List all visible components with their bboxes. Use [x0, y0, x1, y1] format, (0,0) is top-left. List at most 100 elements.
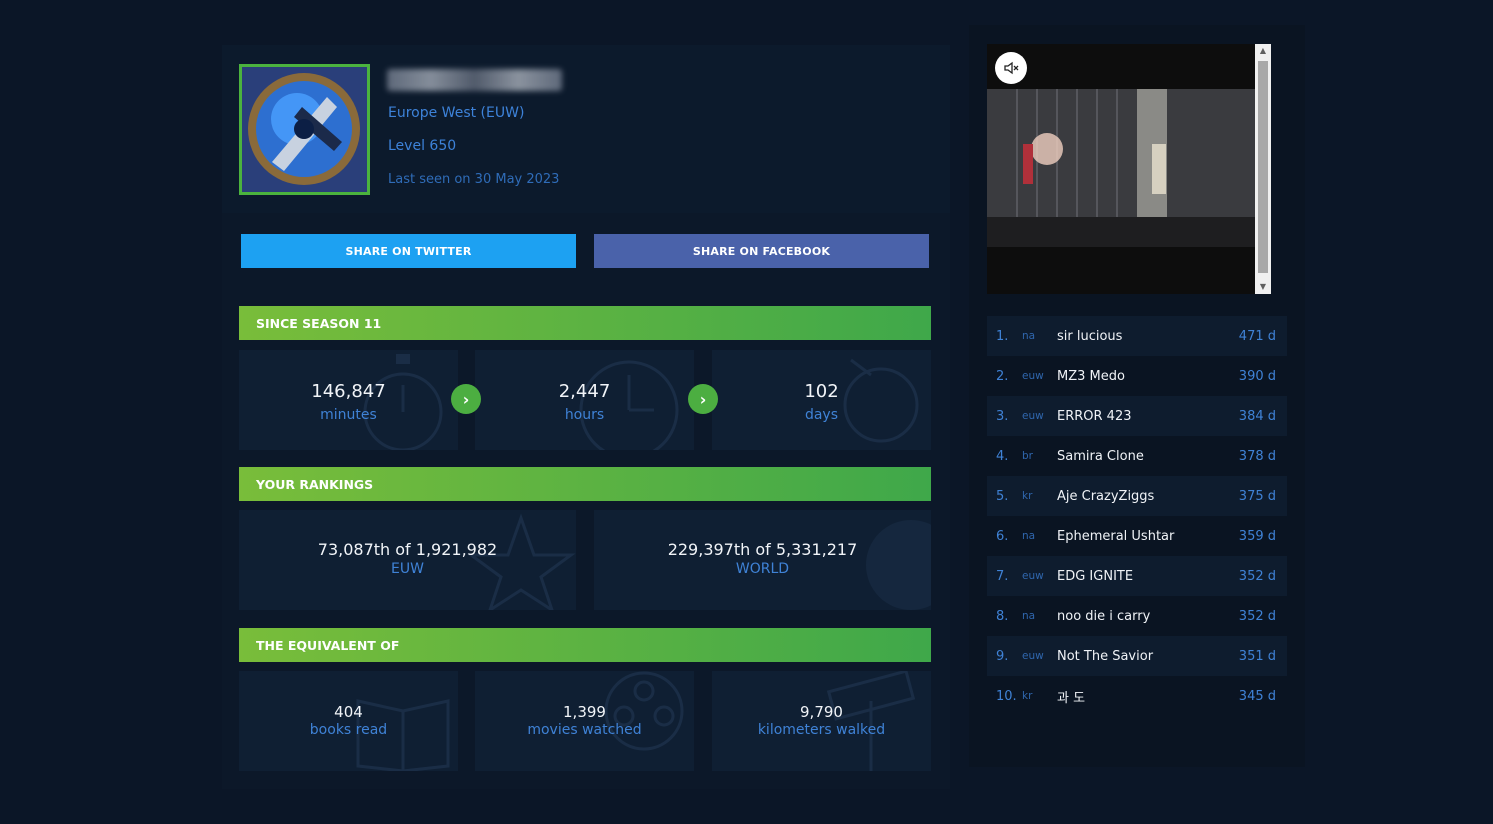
stat-tile-minutes: 146,847 minutes — [239, 350, 458, 450]
leaderboard-days: 351 d — [1238, 648, 1276, 664]
section-header-equivalent: THE EQUIVALENT OF — [239, 628, 931, 662]
leaderboard-days: 359 d — [1238, 528, 1276, 544]
share-facebook-button[interactable]: SHARE ON FACEBOOK — [594, 234, 929, 268]
section-header-rankings: YOUR RANKINGS — [239, 467, 931, 501]
star-icon — [466, 513, 576, 610]
leaderboard-position: 2. — [996, 368, 1009, 384]
leaderboard-days: 375 d — [1238, 488, 1276, 504]
km-value: 9,790 — [800, 703, 843, 721]
leaderboard-row[interactable]: 1. na sir lucious 471 d — [987, 316, 1287, 356]
leaderboard-player-name[interactable]: EDG IGNITE — [1057, 569, 1227, 584]
movies-label: movies watched — [527, 722, 642, 738]
equiv-tile-km: 9,790 kilometers walked — [712, 671, 931, 771]
leaderboard-days: 390 d — [1238, 368, 1276, 384]
movies-value: 1,399 — [563, 703, 606, 721]
days-value: 102 — [804, 381, 839, 402]
video-player[interactable]: ▲ ▼ — [987, 44, 1271, 294]
profile-level: Level 650 — [388, 138, 457, 154]
leaderboard-region: euw — [1022, 570, 1044, 582]
world-rank-value: 229,397th of 5,331,217 — [667, 540, 858, 559]
equiv-tile-movies: 1,399 movies watched — [475, 671, 694, 771]
leaderboard-player-name[interactable]: ERROR 423 — [1057, 409, 1227, 424]
leaderboard-days: 378 d — [1238, 448, 1276, 464]
leaderboard-position: 7. — [996, 568, 1009, 584]
leaderboard-position: 5. — [996, 488, 1009, 504]
stat-tile-days: 102 days — [712, 350, 931, 450]
books-label: books read — [309, 722, 388, 738]
leaderboard-player-name[interactable]: Ephemeral Ushtar — [1057, 529, 1227, 544]
leaderboard-position: 8. — [996, 608, 1009, 624]
leaderboard-days: 352 d — [1238, 608, 1276, 624]
profile-card: Europe West (EUW) Level 650 Last seen on… — [222, 45, 950, 789]
leaderboard-region: euw — [1022, 370, 1044, 382]
leaderboard-row[interactable]: 10. kr 과 도 345 d — [987, 676, 1287, 716]
leaderboard-player-name[interactable]: Aje CrazyZiggs — [1057, 489, 1227, 504]
leaderboard-player-name[interactable]: noo die i carry — [1057, 609, 1227, 624]
leaderboard: 1. na sir lucious 471 d 2. euw MZ3 Medo … — [987, 316, 1287, 716]
stat-tile-hours: 2,447 hours — [475, 350, 694, 450]
leaderboard-position: 3. — [996, 408, 1009, 424]
leaderboard-position: 10. — [996, 688, 1017, 704]
leaderboard-row[interactable]: 2. euw MZ3 Medo 390 d — [987, 356, 1287, 396]
leaderboard-position: 6. — [996, 528, 1009, 544]
scroll-up-icon[interactable]: ▲ — [1255, 44, 1271, 58]
leaderboard-region: kr — [1022, 490, 1033, 502]
signpost-icon — [826, 671, 916, 771]
leaderboard-region: euw — [1022, 410, 1044, 422]
leaderboard-days: 384 d — [1238, 408, 1276, 424]
minutes-label: minutes — [320, 407, 377, 423]
region-rank-label: EUW — [391, 561, 424, 577]
hours-value: 2,447 — [558, 381, 611, 402]
video-frame[interactable] — [987, 89, 1271, 247]
book-icon — [356, 699, 450, 771]
ranking-tile-region: 73,087th of 1,921,982 EUW — [239, 510, 576, 610]
video-scrollbar[interactable]: ▲ ▼ — [1255, 44, 1271, 294]
leaderboard-row[interactable]: 9. euw Not The Savior 351 d — [987, 636, 1287, 676]
globe-icon — [866, 520, 931, 610]
avatar-icon — [242, 67, 367, 192]
hours-label: hours — [564, 407, 605, 423]
books-value: 404 — [334, 703, 363, 721]
leaderboard-player-name[interactable]: sir lucious — [1057, 329, 1227, 344]
days-label: days — [804, 407, 839, 423]
leaderboard-player-name[interactable]: MZ3 Medo — [1057, 369, 1227, 384]
profile-last-seen: Last seen on 30 May 2023 — [388, 172, 560, 187]
mute-icon[interactable] — [995, 52, 1027, 84]
leaderboard-position: 4. — [996, 448, 1009, 464]
leaderboard-row[interactable]: 8. na noo die i carry 352 d — [987, 596, 1287, 636]
leaderboard-player-name[interactable]: 과 도 — [1057, 687, 1227, 706]
share-twitter-button[interactable]: SHARE ON TWITTER — [241, 234, 576, 268]
profile-avatar — [239, 64, 370, 195]
leaderboard-row[interactable]: 6. na Ephemeral Ushtar 359 d — [987, 516, 1287, 556]
leaderboard-region: br — [1022, 450, 1033, 462]
scroll-down-icon[interactable]: ▼ — [1255, 280, 1271, 294]
sidebar: ▲ ▼ 1. na sir lucious 471 d 2. euw MZ3 M… — [969, 25, 1305, 767]
leaderboard-player-name[interactable]: Samira Clone — [1057, 449, 1227, 464]
leaderboard-row[interactable]: 5. kr Aje CrazyZiggs 375 d — [987, 476, 1287, 516]
scrollbar-thumb[interactable] — [1258, 61, 1268, 273]
leaderboard-days: 345 d — [1238, 688, 1276, 704]
km-label: kilometers walked — [757, 722, 886, 738]
chevron-right-icon: › — [688, 384, 718, 414]
leaderboard-days: 471 d — [1238, 328, 1276, 344]
leaderboard-row[interactable]: 7. euw EDG IGNITE 352 d — [987, 556, 1287, 596]
leaderboard-position: 1. — [996, 328, 1009, 344]
minutes-value: 146,847 — [311, 381, 386, 402]
leaderboard-region: na — [1022, 530, 1036, 542]
profile-header: Europe West (EUW) Level 650 Last seen on… — [222, 45, 950, 213]
ranking-tile-world: 229,397th of 5,331,217 WORLD — [594, 510, 931, 610]
leaderboard-player-name[interactable]: Not The Savior — [1057, 649, 1227, 664]
region-rank-value: 73,087th of 1,921,982 — [317, 540, 498, 559]
equiv-tile-books: 404 books read — [239, 671, 458, 771]
section-header-season: SINCE SEASON 11 — [239, 306, 931, 340]
chevron-right-icon: › — [451, 384, 481, 414]
leaderboard-row[interactable]: 3. euw ERROR 423 384 d — [987, 396, 1287, 436]
leaderboard-position: 9. — [996, 648, 1009, 664]
leaderboard-row[interactable]: 4. br Samira Clone 378 d — [987, 436, 1287, 476]
summoner-name-redacted — [387, 69, 562, 91]
film-reel-icon — [604, 671, 684, 751]
leaderboard-days: 352 d — [1238, 568, 1276, 584]
leaderboard-region: euw — [1022, 650, 1044, 662]
profile-region: Europe West (EUW) — [388, 105, 525, 121]
leaderboard-region: na — [1022, 330, 1036, 342]
